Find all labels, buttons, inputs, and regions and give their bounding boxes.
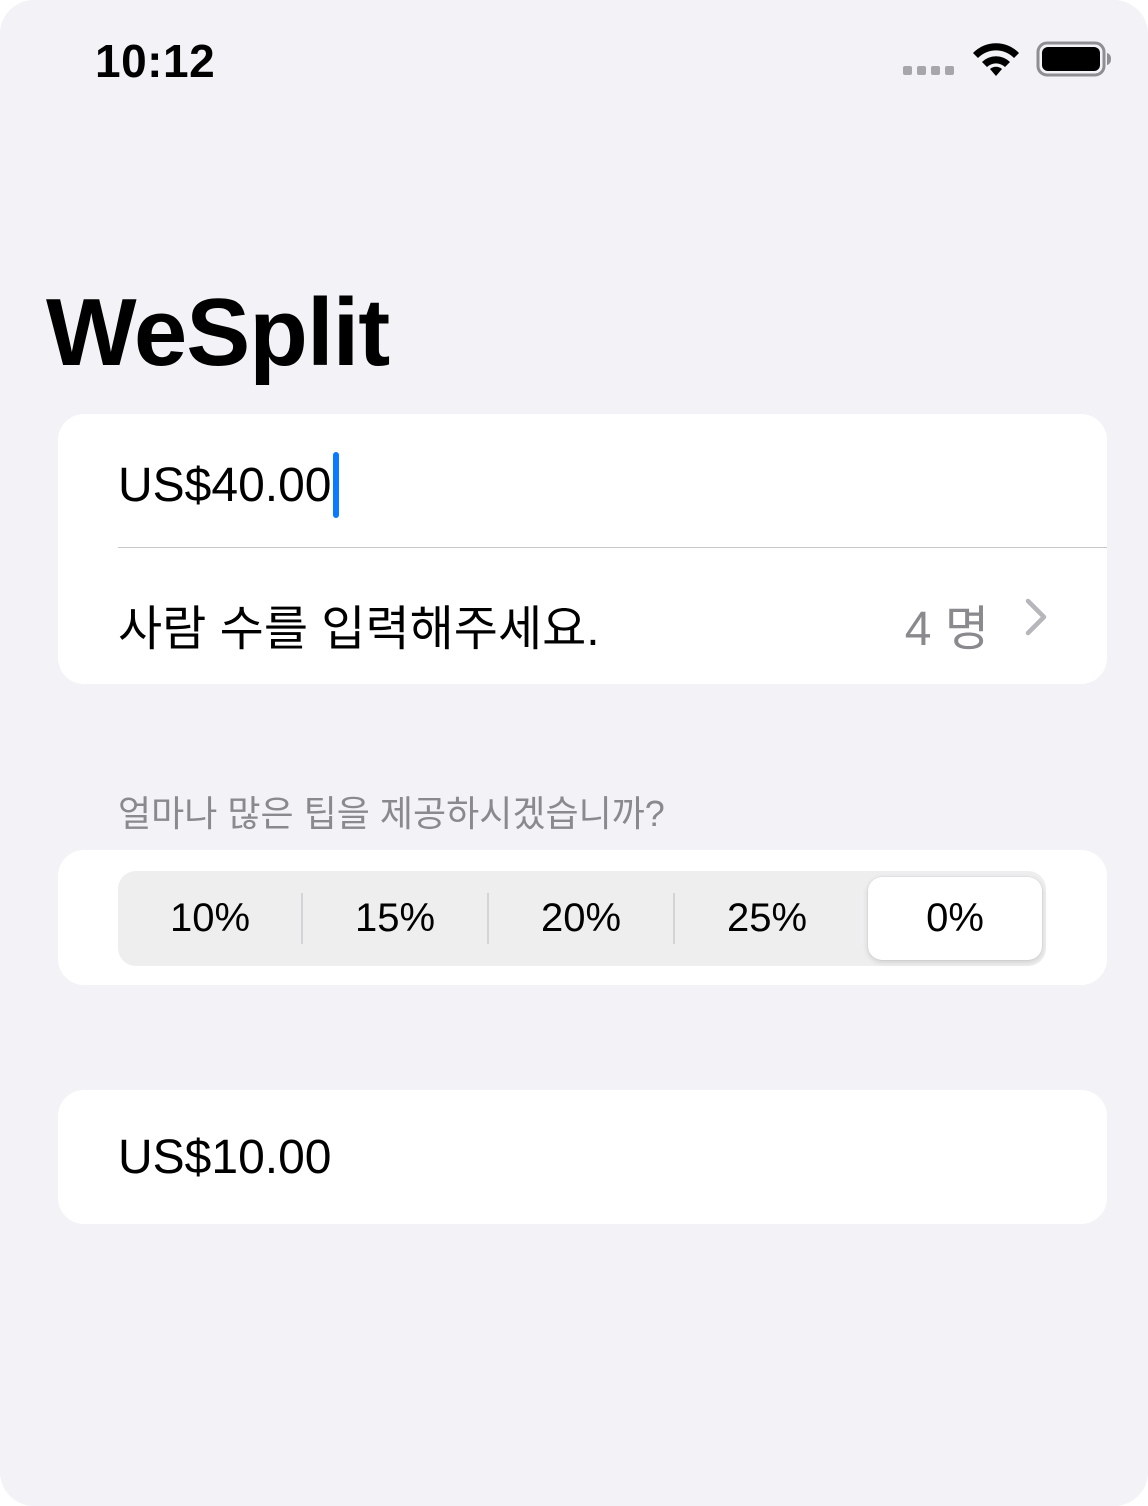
status-time: 10:12 — [95, 35, 216, 87]
total-card: US$10.00 — [58, 1090, 1107, 1224]
tip-option-0-selected[interactable]: 0% — [868, 877, 1042, 960]
cellular-dots-icon — [903, 66, 954, 75]
tip-option-20[interactable]: 20% — [489, 871, 673, 966]
people-picker-value: 4 명 — [904, 603, 989, 656]
tip-option-10[interactable]: 10% — [118, 871, 302, 966]
wifi-icon — [973, 43, 1019, 76]
text-cursor — [332, 452, 339, 518]
check-amount-value: US$40.00 — [118, 458, 332, 512]
people-picker-label: 사람 수를 입력해주세요. — [118, 603, 600, 656]
amount-per-person: US$10.00 — [118, 1131, 332, 1184]
tip-option-25[interactable]: 25% — [675, 871, 859, 966]
tip-section-header: 얼마나 많은 팁을 제공하시겠습니까? — [118, 793, 665, 834]
input-card: US$40.00 사람 수를 입력해주세요. 4 명 — [58, 414, 1107, 684]
tip-card: 10% 15% 20% 25% 0% — [58, 850, 1107, 985]
page-title: WeSplit — [46, 279, 390, 386]
battery-icon — [1036, 41, 1111, 77]
chevron-right-icon — [1025, 598, 1047, 636]
tip-option-15[interactable]: 15% — [303, 871, 487, 966]
tip-segmented-control[interactable]: 10% 15% 20% 25% 0% — [118, 871, 1046, 966]
people-picker-row[interactable]: 사람 수를 입력해주세요. 4 명 — [118, 549, 1107, 684]
app-screen: 10:12 WeSplit US$40.00 사람 수를 입력해주세요. 4 명… — [0, 0, 1148, 1506]
check-amount-field[interactable]: US$40.00 — [118, 414, 1107, 548]
